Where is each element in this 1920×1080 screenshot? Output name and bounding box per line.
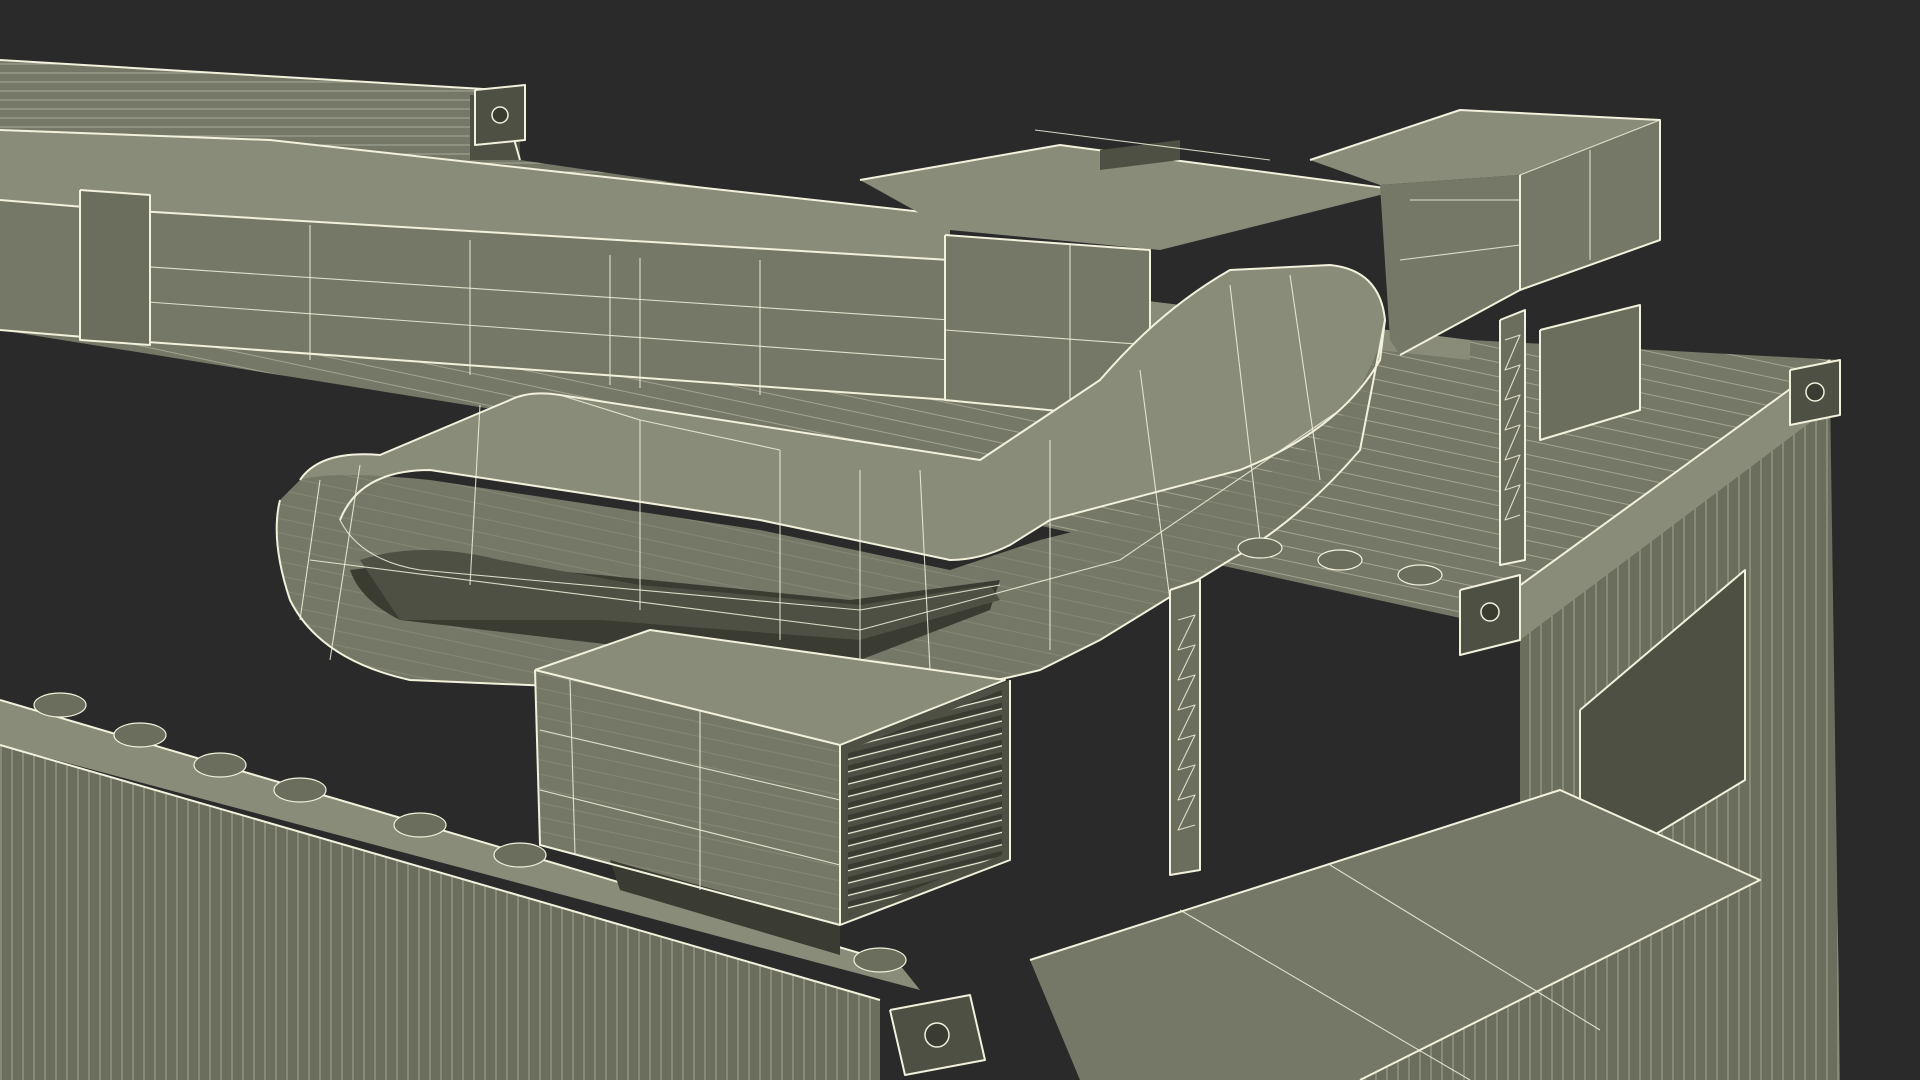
wireframe-scene <box>0 0 1920 1080</box>
